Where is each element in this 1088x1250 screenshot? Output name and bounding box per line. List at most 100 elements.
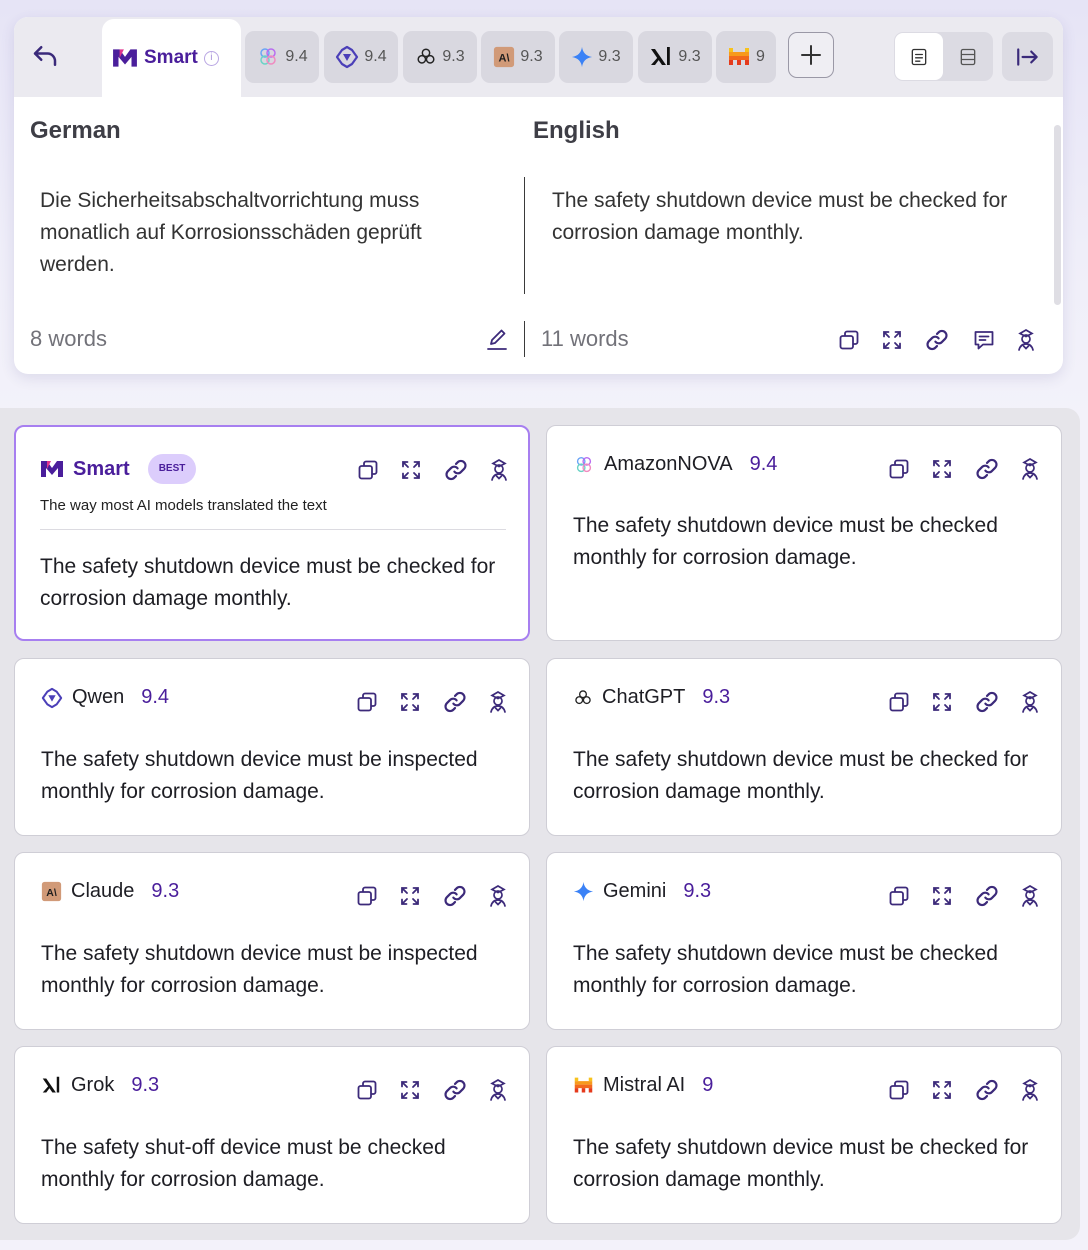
expand-button[interactable] <box>394 880 426 912</box>
tab-grok[interactable]: 9.3 <box>638 31 712 83</box>
expand-icon <box>930 884 954 908</box>
model-name: AmazonNOVA <box>604 453 733 475</box>
link-icon <box>974 456 1000 482</box>
best-badge: BEST <box>147 454 197 484</box>
expand-button[interactable] <box>926 686 958 718</box>
human-review-button[interactable] <box>1010 324 1042 356</box>
human-review-button[interactable] <box>1014 686 1046 718</box>
scrollbar[interactable] <box>1054 125 1061 305</box>
share-link-button[interactable] <box>971 453 1003 485</box>
share-link-button[interactable] <box>971 1074 1003 1106</box>
model-name: Qwen <box>72 686 125 708</box>
tab-claude[interactable]: 9.3 <box>481 31 555 83</box>
copy-button[interactable] <box>883 453 915 485</box>
list-view-button[interactable] <box>944 33 992 80</box>
card-actions <box>883 880 1043 912</box>
expand-icon <box>398 1078 422 1102</box>
card-actions <box>351 880 511 912</box>
rows-icon <box>960 48 976 65</box>
document-icon <box>911 48 927 65</box>
model-tab-bar: Smart i 9.4 9.4 9.3 9.3 9.3 9.3 9 <box>14 17 1063 97</box>
expand-button[interactable] <box>395 454 427 486</box>
copy-button[interactable] <box>351 880 383 912</box>
translation-text: The safety shutdown device must be check… <box>573 748 1029 803</box>
model-score: 9.3 <box>683 880 712 902</box>
human-review-button[interactable] <box>482 686 514 718</box>
copy-button[interactable] <box>883 880 915 912</box>
tab-mistral[interactable]: 9 <box>716 31 776 83</box>
card-subtitle: The way most AI models translated the te… <box>40 497 327 514</box>
expand-button[interactable] <box>926 1074 958 1106</box>
add-model-button[interactable] <box>788 32 834 78</box>
human-review-button[interactable] <box>1014 880 1046 912</box>
collapse-button[interactable] <box>1002 32 1053 81</box>
link-icon <box>442 1077 468 1103</box>
card-actions <box>351 1074 511 1106</box>
result-card-grok[interactable]: Grok 9.3 The safety shut-off device must… <box>14 1046 530 1224</box>
translation-card: Smart i 9.4 9.4 9.3 9.3 9.3 9.3 9 German… <box>14 17 1063 374</box>
tab-smart[interactable]: Smart i <box>102 19 241 97</box>
tab-score: 9.4 <box>364 48 387 65</box>
expand-icon <box>930 1078 954 1102</box>
expand-button[interactable] <box>926 453 958 485</box>
model-name: Grok <box>71 1074 115 1096</box>
qwen-icon <box>41 687 63 709</box>
human-review-button[interactable] <box>483 454 515 486</box>
copy-button[interactable] <box>351 1074 383 1106</box>
result-card-mistral[interactable]: Mistral AI 9 The safety shutdown device … <box>546 1046 1062 1224</box>
result-card-qwen[interactable]: Qwen 9.4 The safety shutdown device must… <box>14 658 530 836</box>
share-link-button[interactable] <box>439 686 471 718</box>
tab-gemini[interactable]: 9.3 <box>559 31 633 83</box>
expand-button[interactable] <box>876 324 908 356</box>
info-icon[interactable]: i <box>203 50 219 66</box>
tab-amazonnova[interactable]: 9.4 <box>245 31 319 83</box>
copy-button[interactable] <box>352 454 384 486</box>
card-header: Claude 9.3 <box>41 880 179 903</box>
person-icon <box>486 1078 510 1102</box>
tab-score: 9.3 <box>678 48 701 65</box>
expand-button[interactable] <box>394 1074 426 1106</box>
copy-icon <box>887 884 911 908</box>
tab-qwen[interactable]: 9.4 <box>324 31 398 83</box>
qwen-icon <box>335 45 359 69</box>
result-card-smart[interactable]: Smart BEST The way most AI models transl… <box>14 425 530 641</box>
share-link-button[interactable] <box>439 880 471 912</box>
human-review-button[interactable] <box>482 1074 514 1106</box>
share-link-button[interactable] <box>971 686 1003 718</box>
copy-button[interactable] <box>833 324 865 356</box>
share-link-button[interactable] <box>439 1074 471 1106</box>
model-score: 9.4 <box>749 453 778 475</box>
copy-button[interactable] <box>883 686 915 718</box>
card-actions <box>883 1074 1043 1106</box>
card-header: Gemini 9.3 <box>573 880 711 903</box>
feedback-button[interactable] <box>968 324 1000 356</box>
chatgpt-icon <box>415 46 437 68</box>
copy-button[interactable] <box>351 686 383 718</box>
result-card-chatgpt[interactable]: ChatGPT 9.3 The safety shutdown device m… <box>546 658 1062 836</box>
source-text[interactable]: Die Sicherheitsabschaltvorrichtung muss … <box>40 185 500 281</box>
share-link-button[interactable] <box>921 324 953 356</box>
expand-button[interactable] <box>394 686 426 718</box>
result-card-gemini[interactable]: Gemini 9.3 The safety shutdown device mu… <box>546 852 1062 1030</box>
share-link-button[interactable] <box>971 880 1003 912</box>
link-icon <box>442 689 468 715</box>
tab-chatgpt[interactable]: 9.3 <box>403 31 477 83</box>
card-header: AmazonNOVA 9.4 <box>573 453 777 476</box>
share-link-button[interactable] <box>440 454 472 486</box>
back-button[interactable] <box>28 39 62 73</box>
result-card-amazonnova[interactable]: AmazonNOVA 9.4 The safety shutdown devic… <box>546 425 1062 641</box>
human-review-button[interactable] <box>1014 453 1046 485</box>
result-card-claude[interactable]: Claude 9.3 The safety shutdown device mu… <box>14 852 530 1030</box>
tab-smart-label: Smart <box>144 47 198 68</box>
human-review-button[interactable] <box>1014 1074 1046 1106</box>
human-review-button[interactable] <box>482 880 514 912</box>
card-header: ChatGPT 9.3 <box>573 686 730 709</box>
edit-button[interactable] <box>481 324 513 356</box>
copy-button[interactable] <box>883 1074 915 1106</box>
chatgpt-icon <box>573 688 593 708</box>
expand-button[interactable] <box>926 880 958 912</box>
source-language: German <box>30 117 121 144</box>
link-icon <box>924 327 950 353</box>
card-actions <box>883 686 1043 718</box>
single-view-button[interactable] <box>895 33 943 80</box>
